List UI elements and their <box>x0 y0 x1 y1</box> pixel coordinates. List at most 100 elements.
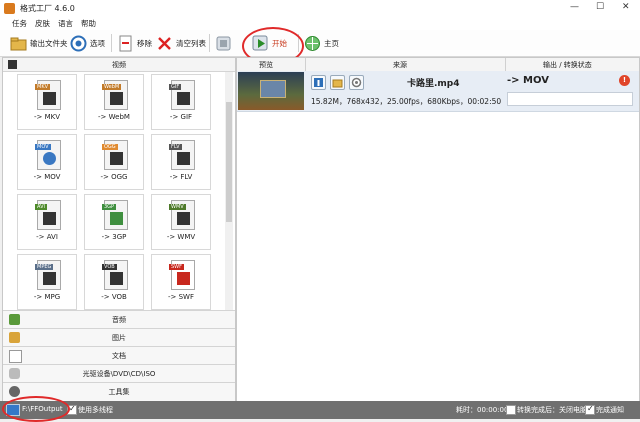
file-info-button[interactable] <box>311 75 326 90</box>
phone-icon <box>110 212 123 225</box>
film-strip-icon <box>110 152 123 165</box>
3gp-file-icon: 3GP <box>102 200 128 230</box>
app-logo-icon <box>4 3 15 14</box>
format-swf-button[interactable]: SWF -> SWF <box>151 254 211 310</box>
output-folder-button[interactable]: 输出文件夹 <box>10 33 68 53</box>
clear-x-icon <box>156 35 173 52</box>
format-tag: 3GP <box>102 204 117 210</box>
column-output-status[interactable]: 输出 / 转换状态 <box>543 60 592 70</box>
warning-icon[interactable]: ! <box>619 75 630 86</box>
after-convert-checkbox[interactable] <box>506 405 516 415</box>
stop-icon <box>215 35 232 52</box>
format-3gp-button[interactable]: 3GP -> 3GP <box>84 194 144 250</box>
column-divider <box>505 58 506 71</box>
format-vob-button[interactable]: VOB -> VOB <box>84 254 144 310</box>
category-disc[interactable]: 光驱设备\DVD\CD\ISO <box>3 364 235 382</box>
film-strip-icon <box>177 92 190 105</box>
format-tag: WMV <box>169 204 186 210</box>
format-list-scrollbar[interactable] <box>225 72 233 312</box>
category-audio[interactable]: 音频 <box>3 310 235 328</box>
notify-checkbox[interactable] <box>585 404 595 415</box>
flash-icon <box>177 272 190 285</box>
format-wmv-button[interactable]: WMV -> WMV <box>151 194 211 250</box>
menu-bar: 任务 皮肤 语言 帮助 <box>0 17 640 30</box>
task-list-header: 预览 来源 输出 / 转换状态 <box>237 58 639 72</box>
title-bar: 格式工厂 4.6.0 — ☐ ✕ <box>0 0 640 18</box>
after-convert-label: 转换完成后：关闭电脑 <box>517 406 587 414</box>
clear-list-button[interactable]: 清空列表 <box>156 33 206 53</box>
mkv-file-icon: MKV <box>35 80 61 110</box>
format-tag: WebM <box>102 84 122 90</box>
menu-skin[interactable]: 皮肤 <box>35 18 50 29</box>
thumbnail-window <box>260 80 286 98</box>
close-button[interactable]: ✕ <box>622 2 630 12</box>
format-mkv-button[interactable]: MKV -> MKV <box>17 74 77 130</box>
format-tag: FLV <box>169 144 182 150</box>
home-button[interactable]: 主页 <box>304 33 339 53</box>
minimize-button[interactable]: — <box>570 2 579 12</box>
highlight-circle-output-path <box>2 396 70 422</box>
avi-file-icon: AVI <box>35 200 61 230</box>
video-category-header[interactable]: 视频 <box>3 58 235 72</box>
column-source[interactable]: 来源 <box>393 60 407 70</box>
vob-file-icon: VOB <box>102 260 128 290</box>
menu-task[interactable]: 任务 <box>12 18 27 29</box>
elapsed-time: 耗时：00:00:00 <box>456 406 509 414</box>
format-mpg-button[interactable]: MPEG -> MPG <box>17 254 77 310</box>
stop-button[interactable] <box>215 33 235 53</box>
menu-language[interactable]: 语言 <box>58 18 73 29</box>
mpg-file-icon: MPEG <box>35 260 61 290</box>
flv-file-icon: FLV <box>169 140 195 170</box>
swf-flash-icon: SWF <box>169 260 195 290</box>
home-globe-icon <box>304 35 321 52</box>
mov-file-icon: MOV <box>35 140 61 170</box>
status-bar: F:\FFOutput 使用多线程 耗时：00:00:00 转换完成后：关闭电脑… <box>0 401 640 419</box>
format-tag: MKV <box>35 84 51 90</box>
format-ogg-button[interactable]: OGG -> OGG <box>84 134 144 190</box>
maximize-button[interactable]: ☐ <box>596 2 604 12</box>
wmv-file-icon: WMV <box>169 200 195 230</box>
format-tag: VOB <box>102 264 117 270</box>
window-title: 格式工厂 4.6.0 <box>20 4 75 13</box>
task-row[interactable]: 卡路里.mp4 15.82M，768x432，25.00fps，680Kbps，… <box>237 71 639 112</box>
output-format: -> MOV <box>507 75 549 86</box>
column-preview[interactable]: 预览 <box>259 60 273 70</box>
remove-doc-icon <box>117 35 134 52</box>
open-folder-button[interactable] <box>330 75 345 90</box>
webm-file-icon: WebM <box>102 80 128 110</box>
format-panel: 视频 MKV -> MKV WebM -> WebM GIF -> GIF MO… <box>2 57 236 402</box>
format-flv-button[interactable]: FLV -> FLV <box>151 134 211 190</box>
column-divider <box>305 58 306 71</box>
format-tag: GIF <box>169 84 182 90</box>
gif-file-icon: GIF <box>169 80 195 110</box>
video-format-grid: MKV -> MKV WebM -> WebM GIF -> GIF MOV -… <box>17 74 217 310</box>
category-picture[interactable]: 图片 <box>3 328 235 346</box>
film-strip-icon <box>177 212 190 225</box>
multithread-label: 使用多线程 <box>78 406 113 414</box>
film-strip-icon <box>110 92 123 105</box>
format-webm-button[interactable]: WebM -> WebM <box>84 74 144 130</box>
options-button[interactable]: 选项 <box>70 33 105 53</box>
options-gear-icon <box>70 35 87 52</box>
format-mov-button[interactable]: MOV -> MOV <box>17 134 77 190</box>
format-tag: AVI <box>35 204 47 210</box>
source-file-info: 15.82M，768x432，25.00fps，680Kbps，00:02:50 <box>311 97 502 106</box>
remove-button[interactable]: 移除 <box>117 33 152 53</box>
source-filename: 卡路里.mp4 <box>407 79 460 89</box>
video-thumbnail <box>238 72 304 110</box>
task-list: 预览 来源 输出 / 转换状态 卡路里.mp4 15.82M，768x432，2… <box>236 57 640 402</box>
category-document[interactable]: 文档 <box>3 346 235 364</box>
menu-help[interactable]: 帮助 <box>81 18 96 29</box>
conversion-progress-bar <box>507 92 633 106</box>
folder-icon <box>10 35 27 52</box>
ogg-file-icon: OGG <box>102 140 128 170</box>
format-tag: SWF <box>169 264 184 270</box>
scrollbar-thumb[interactable] <box>226 102 232 222</box>
format-tag: MPEG <box>35 264 54 270</box>
format-avi-button[interactable]: AVI -> AVI <box>17 194 77 250</box>
toolbar: 输出文件夹 选项 移除 清空列表 开始 主页 <box>0 30 640 57</box>
task-settings-button[interactable] <box>349 75 364 90</box>
format-tag: MOV <box>35 144 51 150</box>
format-gif-button[interactable]: GIF -> GIF <box>151 74 211 130</box>
film-strip-icon <box>43 272 56 285</box>
